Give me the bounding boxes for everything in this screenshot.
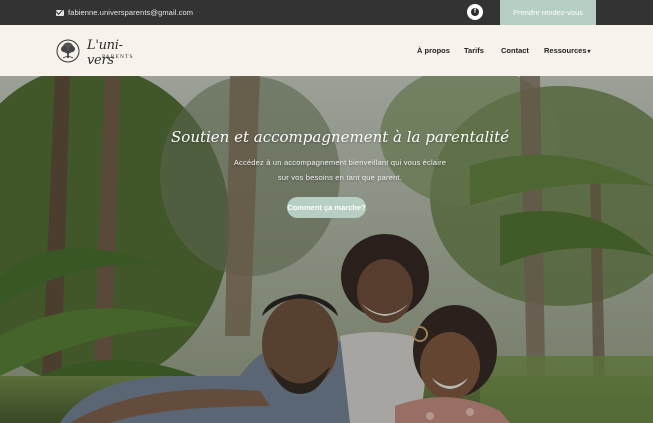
nav-item-contact[interactable]: Contact — [501, 46, 529, 55]
hero-subtitle-line2: sur vos besoins en tant que parent. — [277, 173, 403, 182]
tree-logo-icon — [56, 39, 80, 62]
hero-subtitle-line1: Accédez à un accompagnement bienveillant… — [233, 158, 447, 167]
facebook-icon[interactable]: f — [467, 4, 483, 20]
site-logo[interactable]: L'uni-vers PARENTS — [56, 37, 148, 68]
book-appointment-button[interactable]: Prendre rendez-vous — [500, 0, 596, 25]
nav-item-ressources-label: Ressources — [544, 46, 587, 55]
nav-item-tarifs[interactable]: Tarifs — [464, 46, 484, 55]
hero-section: Soutien et accompagnement à la parentali… — [0, 76, 653, 423]
chevron-down-icon: ▾ — [587, 49, 591, 55]
how-it-works-button[interactable]: Comment ça marche? — [287, 197, 366, 218]
email-link[interactable]: fabienne.universparents@gmail.com — [56, 6, 193, 19]
nav-item-ressources[interactable]: Ressources▾ — [544, 46, 591, 55]
logo-wordmark: L'uni-vers — [87, 37, 123, 68]
top-bar: fabienne.universparents@gmail.com f Pren… — [0, 0, 653, 25]
nav-item-a-propos[interactable]: À propos — [417, 46, 450, 55]
email-text: fabienne.universparents@gmail.com — [68, 8, 194, 17]
logo-subtitle: PARENTS — [102, 53, 134, 60]
site-header: L'uni-vers PARENTS À propos Tarifs Conta… — [0, 25, 653, 76]
mail-icon — [56, 9, 64, 16]
hero-title: Soutien et accompagnement à la parentali… — [171, 128, 509, 146]
